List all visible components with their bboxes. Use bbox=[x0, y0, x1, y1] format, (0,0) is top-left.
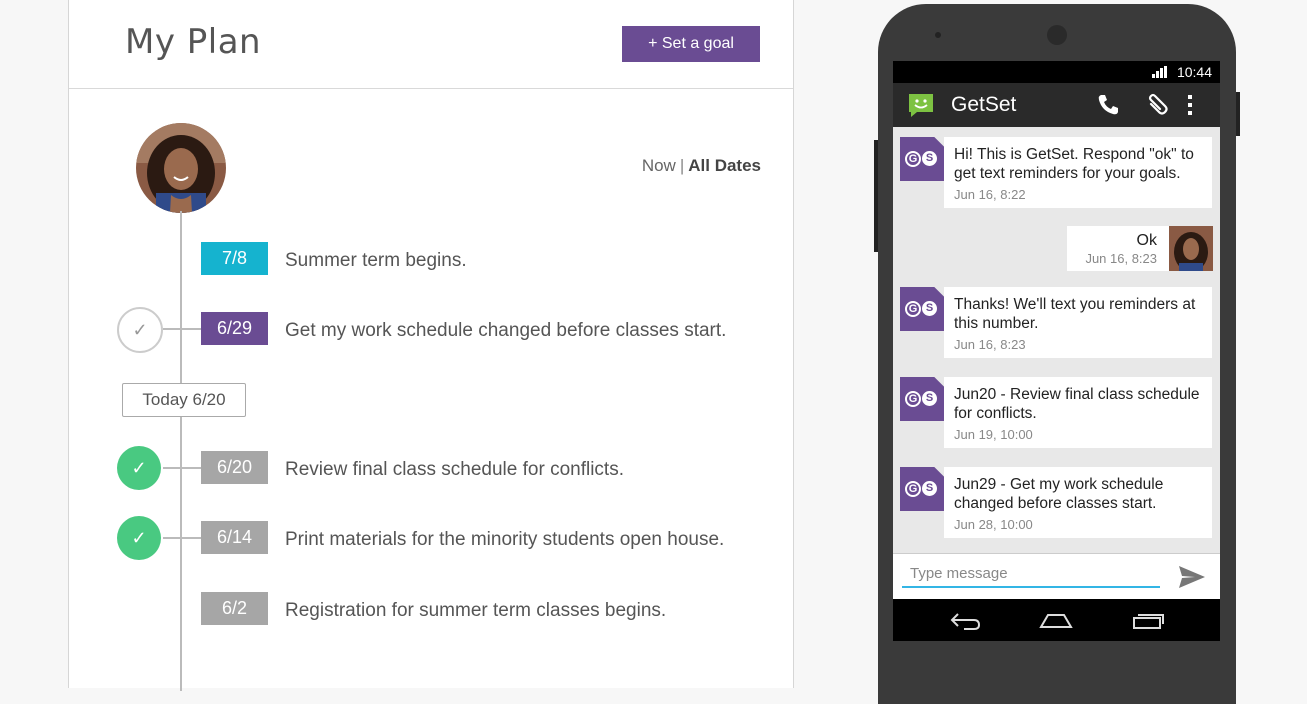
connector bbox=[163, 537, 201, 539]
getset-badge-icon: G S bbox=[900, 467, 944, 511]
message-bubble: Ok Jun 16, 8:23 bbox=[1067, 226, 1169, 271]
message-text: Jun20 - Review final class schedule for … bbox=[954, 386, 1200, 422]
home-icon[interactable] bbox=[1039, 609, 1073, 631]
filter-separator: | bbox=[679, 156, 685, 175]
check-icon: ✓ bbox=[132, 319, 148, 340]
date-badge: 6/2 bbox=[201, 592, 268, 625]
check-icon: ✓ bbox=[131, 527, 147, 548]
connector bbox=[163, 328, 201, 330]
badge-letter: S bbox=[922, 151, 937, 166]
message-time: Jun 28, 10:00 bbox=[954, 517, 1033, 532]
message-time: Jun 16, 8:22 bbox=[954, 187, 1026, 202]
chat-area[interactable]: G S Hi! This is GetSet. Respond "ok" to … bbox=[893, 127, 1220, 553]
status-bar: 10:44 bbox=[893, 61, 1220, 83]
message-bubble: Hi! This is GetSet. Respond "ok" to get … bbox=[944, 137, 1212, 208]
badge-letter: S bbox=[922, 481, 937, 496]
getset-badge-icon: G S bbox=[900, 137, 944, 181]
page-title: My Plan bbox=[125, 22, 262, 62]
set-goal-button[interactable]: + Set a goal bbox=[622, 26, 760, 62]
back-icon[interactable] bbox=[948, 609, 982, 631]
signal-icon bbox=[1152, 66, 1167, 78]
badge-letter: G bbox=[905, 301, 921, 317]
status-time: 10:44 bbox=[1176, 64, 1212, 80]
avatar bbox=[136, 123, 226, 213]
phone-camera bbox=[1047, 25, 1067, 45]
badge-letter: S bbox=[922, 301, 937, 316]
task-text: Registration for summer term classes beg… bbox=[285, 600, 667, 621]
message-bubble: Jun29 - Get my work schedule changed bef… bbox=[944, 467, 1212, 538]
date-badge: 7/8 bbox=[201, 242, 268, 275]
message-text: Thanks! We'll text you reminders at this… bbox=[954, 296, 1196, 332]
app-title: GetSet bbox=[951, 93, 1017, 116]
getset-badge-icon: G S bbox=[900, 287, 944, 331]
message-text: Jun29 - Get my work schedule changed bef… bbox=[954, 476, 1164, 512]
date-filter: Now | All Dates bbox=[642, 156, 761, 176]
getset-badge-icon: G S bbox=[900, 377, 944, 421]
divider bbox=[69, 88, 793, 89]
connector bbox=[163, 467, 201, 469]
task-text: Summer term begins. bbox=[285, 250, 467, 271]
task-text: Print materials for the minority student… bbox=[285, 529, 725, 550]
recents-icon[interactable] bbox=[1131, 609, 1165, 631]
task-text: Review final class schedule for conflict… bbox=[285, 459, 624, 480]
task-checkbox[interactable]: ✓ bbox=[117, 446, 161, 490]
timeline-line bbox=[180, 211, 182, 691]
getset-logo-icon bbox=[909, 94, 933, 117]
badge-letter: G bbox=[905, 151, 921, 167]
message-time: Jun 16, 8:23 bbox=[1085, 251, 1157, 266]
message-time: Jun 19, 10:00 bbox=[954, 427, 1033, 442]
app-bar: GetSet bbox=[893, 83, 1220, 127]
phone-screen: 10:44 GetSet G S Hi! This is GetSet. Res… bbox=[893, 61, 1220, 641]
avatar-photo bbox=[136, 123, 226, 213]
paperclip-icon[interactable] bbox=[1143, 92, 1169, 118]
date-badge: 6/14 bbox=[201, 521, 268, 554]
check-icon: ✓ bbox=[131, 457, 147, 478]
android-nav-bar bbox=[893, 599, 1220, 641]
task-checkbox[interactable]: ✓ bbox=[117, 307, 163, 353]
message-bubble: Jun20 - Review final class schedule for … bbox=[944, 377, 1212, 448]
message-bubble: Thanks! We'll text you reminders at this… bbox=[944, 287, 1212, 358]
today-marker: Today 6/20 bbox=[122, 383, 246, 417]
message-outgoing: Ok Jun 16, 8:23 bbox=[1067, 226, 1213, 271]
message-time: Jun 16, 8:23 bbox=[954, 337, 1026, 352]
avatar-photo bbox=[1169, 226, 1213, 271]
overflow-menu-icon[interactable] bbox=[1185, 92, 1195, 118]
phone-sensor bbox=[935, 32, 941, 38]
badge-letter: G bbox=[905, 391, 921, 407]
plan-panel: My Plan + Set a goal Now | All Dates 7/8 S… bbox=[68, 0, 794, 691]
avatar bbox=[1169, 226, 1213, 271]
message-text: Ok bbox=[1136, 232, 1157, 249]
phone-icon[interactable] bbox=[1095, 92, 1121, 118]
date-badge: 6/20 bbox=[201, 451, 268, 484]
badge-letter: S bbox=[922, 391, 937, 406]
badge-letter: G bbox=[905, 481, 921, 497]
task-text: Get my work schedule changed before clas… bbox=[285, 320, 727, 341]
message-input[interactable] bbox=[902, 560, 1160, 588]
filter-now-link[interactable]: Now bbox=[642, 156, 676, 175]
task-checkbox[interactable]: ✓ bbox=[117, 516, 161, 560]
date-badge: 6/29 bbox=[201, 312, 268, 345]
send-icon[interactable] bbox=[1177, 564, 1207, 590]
message-compose-bar bbox=[893, 553, 1220, 600]
message-text: Hi! This is GetSet. Respond "ok" to get … bbox=[954, 146, 1194, 182]
filter-all-dates-link[interactable]: All Dates bbox=[688, 156, 761, 175]
